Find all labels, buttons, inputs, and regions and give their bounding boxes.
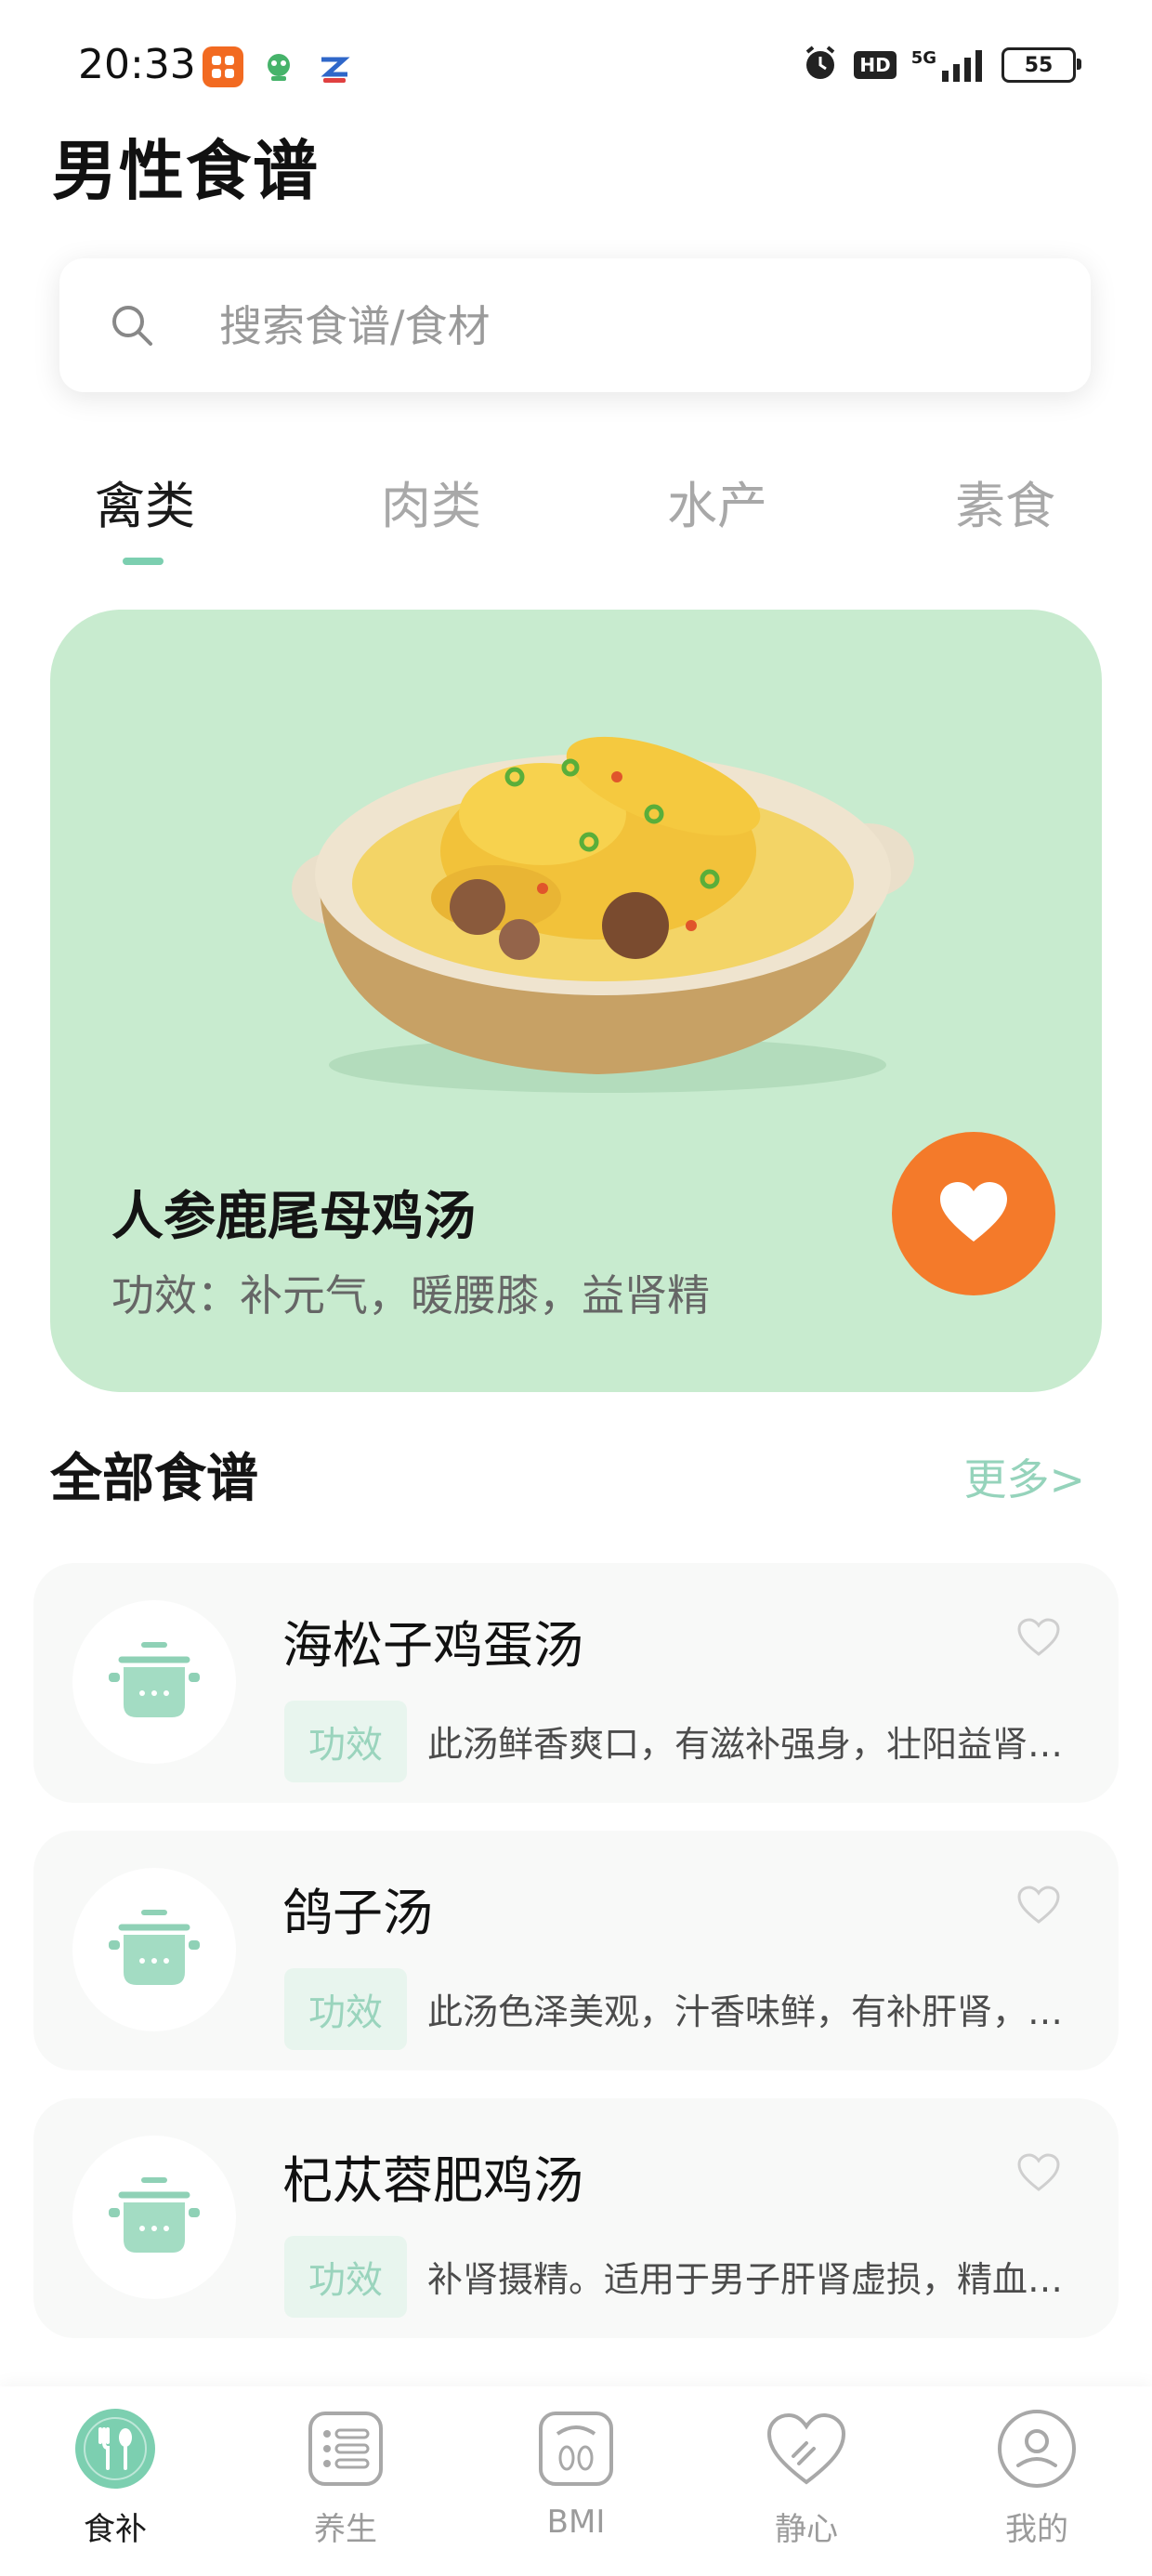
bottom-nav: 食补 养生 BMI 静心 我的	[0, 2386, 1152, 2576]
nav-label: 我的	[1005, 2511, 1068, 2548]
pot-icon	[103, 1903, 205, 1996]
more-link[interactable]: 更多>	[963, 1446, 1085, 1507]
tab-vegetarian[interactable]: 素食	[955, 465, 1055, 538]
tab-meat[interactable]: 肉类	[381, 465, 481, 538]
search-icon	[110, 303, 154, 351]
recipe-tag: 功效	[284, 1701, 407, 1782]
signal-icon: 5G	[911, 48, 987, 82]
nav-label: 养生	[314, 2511, 377, 2548]
recipe-description: 此汤色泽美观，汁香味鲜，有补肝肾，…	[427, 1991, 1064, 2032]
recipe-name: 海松子鸡蛋汤	[282, 1616, 583, 1675]
recipe-name: 杞苁蓉肥鸡汤	[282, 2151, 583, 2210]
list-icon	[304, 2407, 387, 2491]
recipe-avatar	[72, 1600, 236, 1764]
heart-outline-icon[interactable]	[1016, 1885, 1061, 1927]
recipe-avatar	[72, 1868, 236, 2031]
search-input[interactable]	[217, 294, 1039, 359]
recipe-card[interactable]: 杞苁蓉肥鸡汤 功效 补肾摄精。适用于男子肝肾虚损，精血…	[33, 2098, 1119, 2338]
alarm-icon	[802, 45, 839, 85]
scale-icon	[534, 2407, 618, 2491]
status-right: HD 5G 55	[802, 45, 1081, 85]
network-type: 5G	[910, 48, 936, 68]
recipe-tag: 功效	[284, 1968, 407, 2050]
app-notification-icon	[314, 46, 355, 87]
nav-label: BMI	[546, 2504, 606, 2541]
battery-icon: 55	[1001, 47, 1081, 83]
heart-pulse-icon	[765, 2407, 848, 2491]
nav-item-food[interactable]: 食补	[41, 2407, 190, 2549]
recipe-tag: 功效	[284, 2236, 407, 2318]
nav-label: 食补	[84, 2511, 147, 2548]
heart-outline-icon[interactable]	[1016, 2152, 1061, 2195]
tab-seafood[interactable]: 水产	[667, 465, 767, 538]
featured-recipe-card[interactable]: 人参鹿尾母鸡汤 功效：补元气，暖腰膝，益肾精	[50, 610, 1102, 1392]
nav-item-mindfulness[interactable]: 静心	[732, 2407, 881, 2549]
heart-outline-icon[interactable]	[1016, 1617, 1061, 1660]
tab-indicator	[123, 558, 164, 565]
heart-icon	[938, 1180, 1009, 1247]
app-notification-icon	[258, 46, 299, 87]
recipe-description: 此汤鲜香爽口，有滋补强身，壮阳益肾…	[427, 1724, 1064, 1765]
section-title: 全部食谱	[50, 1449, 258, 1509]
featured-recipe-description: 功效：补元气，暖腰膝，益肾精	[111, 1270, 710, 1321]
recipe-name: 鸽子汤	[282, 1884, 433, 1942]
nav-item-wellness[interactable]: 养生	[271, 2407, 420, 2549]
nav-label: 静心	[775, 2511, 838, 2548]
recipe-card[interactable]: 鸽子汤 功效 此汤色泽美观，汁香味鲜，有补肝肾，…	[33, 1831, 1119, 2070]
recipe-card[interactable]: 海松子鸡蛋汤 功效 此汤鲜香爽口，有滋补强身，壮阳益肾…	[33, 1563, 1119, 1803]
page-title: 男性食谱	[52, 133, 320, 209]
hd-icon: HD	[854, 51, 897, 79]
tab-poultry[interactable]: 禽类	[95, 465, 195, 538]
recipe-avatar	[72, 2136, 236, 2299]
pot-icon	[103, 1636, 205, 1728]
chicken-soup-illustration	[292, 736, 914, 1093]
app-notification-icon	[203, 46, 243, 87]
search-box[interactable]	[59, 258, 1091, 392]
recipe-description: 补肾摄精。适用于男子肝肾虚损，精血…	[427, 2259, 1064, 2300]
battery-level: 55	[1024, 53, 1054, 77]
fork-spoon-icon	[73, 2407, 157, 2491]
nav-item-profile[interactable]: 我的	[962, 2407, 1111, 2549]
nav-item-bmi[interactable]: BMI	[502, 2407, 650, 2541]
featured-recipe-title: 人参鹿尾母鸡汤	[111, 1187, 476, 1247]
favorite-button[interactable]	[892, 1132, 1055, 1295]
user-icon	[995, 2407, 1079, 2491]
pot-icon	[103, 2171, 205, 2264]
status-time: 20:33	[78, 41, 196, 88]
